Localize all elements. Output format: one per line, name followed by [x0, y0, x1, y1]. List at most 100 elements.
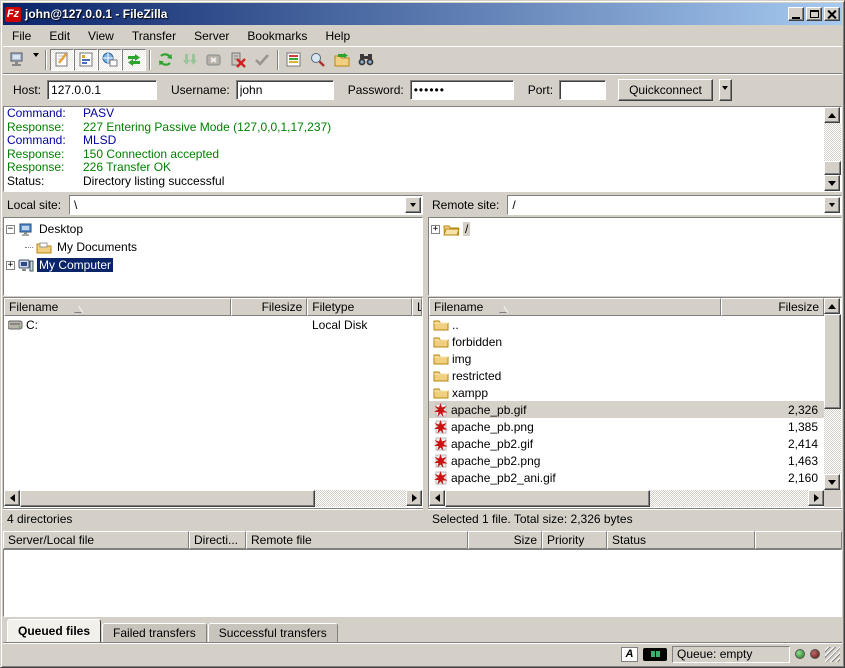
- quickconnect-dropdown-button[interactable]: [719, 79, 732, 101]
- quickconnect-button[interactable]: Quickconnect: [618, 79, 713, 101]
- toggle-message-log-button[interactable]: [50, 49, 74, 71]
- scrollbar-thumb[interactable]: [824, 314, 841, 409]
- scrollbar-track[interactable]: [824, 123, 841, 161]
- tab-queued-files[interactable]: Queued files: [7, 619, 101, 642]
- site-manager-dropdown-button[interactable]: [29, 49, 42, 71]
- menu-transfer[interactable]: Transfer: [123, 27, 185, 45]
- maximize-button[interactable]: [806, 7, 822, 21]
- tree-item-my-documents[interactable]: My Documents: [6, 238, 420, 256]
- scroll-right-button[interactable]: [808, 490, 824, 506]
- column-header-last-modified[interactable]: L: [412, 298, 422, 316]
- queue-tabs: Queued files Failed transfers Successful…: [3, 617, 842, 642]
- tree-item-root[interactable]: + /: [431, 220, 839, 238]
- collapse-expander-icon[interactable]: −: [6, 225, 15, 234]
- remote-directory-tree: + /: [428, 217, 842, 296]
- expand-expander-icon[interactable]: +: [431, 225, 440, 234]
- toggle-remote-tree-button[interactable]: [98, 49, 122, 71]
- scroll-left-button[interactable]: [4, 490, 20, 506]
- local-file-row[interactable]: C: Local Disk: [4, 316, 422, 333]
- tab-failed-transfers[interactable]: Failed transfers: [102, 623, 207, 642]
- tab-successful-transfers[interactable]: Successful transfers: [208, 623, 338, 642]
- username-input[interactable]: [236, 80, 334, 100]
- remote-site-combobox[interactable]: /: [507, 195, 842, 215]
- speed-limit-indicator-icon[interactable]: [643, 648, 667, 661]
- menu-server[interactable]: Server: [185, 27, 238, 45]
- menu-edit[interactable]: Edit: [40, 27, 79, 45]
- file-search-button[interactable]: [306, 49, 330, 71]
- remote-file-row[interactable]: restricted: [429, 367, 824, 384]
- remote-file-row[interactable]: apache_pb2.png1,463: [429, 452, 824, 469]
- resize-grip[interactable]: [825, 647, 840, 662]
- menu-bar: File Edit View Transfer Server Bookmarks…: [3, 25, 842, 46]
- local-horizontal-scrollbar[interactable]: [4, 490, 422, 507]
- scrollbar-track[interactable]: [650, 490, 808, 507]
- column-header-size[interactable]: Size: [468, 531, 542, 549]
- arrow-up-icon: [828, 109, 836, 118]
- arrow-right-icon: [412, 494, 421, 502]
- tree-item-my-computer[interactable]: + My Computer: [6, 256, 420, 274]
- local-site-combobox[interactable]: \: [69, 195, 423, 215]
- column-header-filename[interactable]: Filename: [429, 298, 721, 316]
- column-header-direction[interactable]: Directi...: [189, 531, 246, 549]
- remote-file-row[interactable]: apache_pb.gif2,326: [429, 401, 824, 418]
- column-header-server-local-file[interactable]: Server/Local file: [3, 531, 189, 549]
- remote-horizontal-scrollbar[interactable]: [429, 490, 824, 507]
- process-queue-button[interactable]: [178, 49, 202, 71]
- toggle-local-tree-button[interactable]: [74, 49, 98, 71]
- remote-file-row[interactable]: forbidden: [429, 333, 824, 350]
- log-line: Command:MLSD: [4, 134, 841, 148]
- remote-file-row[interactable]: apache_pb2_ani.gif2,160: [429, 469, 824, 486]
- scroll-down-button[interactable]: [824, 474, 840, 490]
- tree-item-desktop[interactable]: − Desktop: [6, 220, 420, 238]
- scrollbar-thumb[interactable]: [824, 161, 841, 175]
- scrollbar-corner: [824, 490, 841, 507]
- documents-folder-icon: [36, 240, 52, 254]
- remote-file-row[interactable]: xampp: [429, 384, 824, 401]
- filter-button[interactable]: [282, 49, 306, 71]
- local-list-body: C: Local Disk: [4, 316, 422, 490]
- host-input[interactable]: [47, 80, 157, 100]
- menu-help[interactable]: Help: [316, 27, 359, 45]
- disconnect-button[interactable]: [226, 49, 250, 71]
- refresh-button[interactable]: [154, 49, 178, 71]
- cancel-operation-button[interactable]: [202, 49, 226, 71]
- expand-expander-icon[interactable]: +: [6, 261, 15, 270]
- scroll-up-button[interactable]: [824, 107, 840, 123]
- column-header-filesize[interactable]: Filesize: [721, 298, 824, 316]
- menu-view[interactable]: View: [79, 27, 123, 45]
- scrollbar-thumb[interactable]: [445, 490, 650, 507]
- port-input[interactable]: [559, 80, 606, 100]
- remote-file-row[interactable]: apache_pb2.gif2,414: [429, 435, 824, 452]
- log-vertical-scrollbar[interactable]: [824, 107, 841, 191]
- remote-file-row[interactable]: apache_pb.png1,385: [429, 418, 824, 435]
- close-button[interactable]: [824, 7, 840, 21]
- reconnect-button[interactable]: [250, 49, 274, 71]
- column-header-filetype[interactable]: Filetype: [307, 298, 412, 316]
- scrollbar-track[interactable]: [315, 490, 406, 507]
- column-header-filename[interactable]: Filename: [4, 298, 231, 316]
- scrollbar-track[interactable]: [824, 409, 841, 474]
- directory-comparison-button[interactable]: [354, 49, 378, 71]
- scroll-up-button[interactable]: [824, 298, 840, 314]
- remote-file-row[interactable]: ..: [429, 316, 824, 333]
- column-header-remote-file[interactable]: Remote file: [246, 531, 468, 549]
- scroll-down-button[interactable]: [824, 175, 840, 191]
- remote-site-dropdown-button[interactable]: [824, 197, 840, 213]
- scroll-left-button[interactable]: [429, 490, 445, 506]
- column-header-priority[interactable]: Priority: [542, 531, 607, 549]
- synchronized-browsing-button[interactable]: [330, 49, 354, 71]
- toggle-transfer-queue-button[interactable]: [122, 49, 146, 71]
- column-header-filesize[interactable]: Filesize: [231, 298, 307, 316]
- minimize-button[interactable]: [788, 7, 804, 21]
- local-site-dropdown-button[interactable]: [405, 197, 421, 213]
- password-input[interactable]: [410, 80, 514, 100]
- site-manager-button[interactable]: [5, 49, 29, 71]
- transfer-type-indicator-icon[interactable]: A: [621, 647, 638, 662]
- scroll-right-button[interactable]: [406, 490, 422, 506]
- menu-bookmarks[interactable]: Bookmarks: [238, 27, 316, 45]
- menu-file[interactable]: File: [3, 27, 40, 45]
- remote-file-row[interactable]: img: [429, 350, 824, 367]
- scrollbar-thumb[interactable]: [20, 490, 315, 507]
- remote-vertical-scrollbar[interactable]: [824, 298, 841, 490]
- column-header-status[interactable]: Status: [607, 531, 755, 549]
